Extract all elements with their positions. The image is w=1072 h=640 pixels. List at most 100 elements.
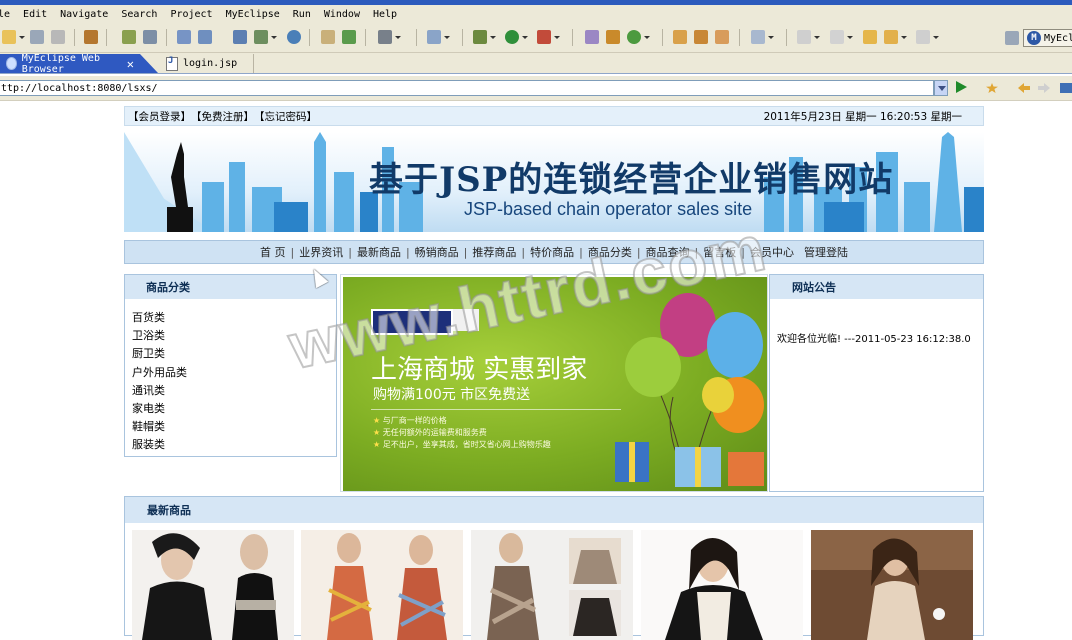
menu-help[interactable]: Help bbox=[373, 9, 397, 20]
notice-panel: 网站公告 欢迎各位光临! ---2011-05-23 16:12:38.0 bbox=[769, 274, 984, 492]
new-icon[interactable] bbox=[2, 30, 25, 44]
category-item[interactable]: 家电类 bbox=[132, 400, 336, 418]
product-image[interactable] bbox=[641, 530, 803, 640]
package-icon[interactable] bbox=[84, 30, 98, 44]
perspective-switcher[interactable]: M MyEcli bbox=[1005, 29, 1072, 47]
product-image[interactable] bbox=[132, 530, 294, 640]
menu-search[interactable]: Search bbox=[121, 9, 157, 20]
product-photo bbox=[301, 530, 463, 640]
go-icon[interactable] bbox=[956, 81, 967, 93]
menu-navigate[interactable]: Navigate bbox=[60, 9, 108, 20]
nav-specials[interactable]: 特价商品 bbox=[525, 244, 579, 260]
debug-icon[interactable] bbox=[122, 30, 136, 44]
category-list: 百货类 卫浴类 厨卫类 户外用品类 通讯类 家电类 鞋帽类 服装类 bbox=[125, 299, 336, 455]
nav-guestbook[interactable]: 留言板 bbox=[698, 244, 741, 260]
nav-admin-login[interactable]: 管理登陆 bbox=[799, 244, 853, 260]
editor-tabbar: MyEclipse Web Browser ✕ login.jsp bbox=[0, 53, 1072, 74]
category-item[interactable]: 卫浴类 bbox=[132, 327, 336, 345]
run-server-icon[interactable] bbox=[254, 30, 277, 44]
promo-ad[interactable]: 上海商城 实惠到家 购物满100元 市区免费送 与厂商一样的价格 无任何额外的运… bbox=[340, 274, 768, 492]
palette-icon[interactable] bbox=[715, 30, 729, 44]
open-type-icon[interactable] bbox=[321, 30, 335, 44]
nav-recommended[interactable]: 推荐商品 bbox=[467, 244, 521, 260]
url-input[interactable] bbox=[0, 80, 934, 96]
prev-annotation-icon[interactable] bbox=[830, 30, 853, 44]
free-register-link[interactable]: 【免费注册】 bbox=[191, 109, 254, 124]
new-project-icon[interactable] bbox=[427, 30, 450, 44]
product-image[interactable] bbox=[811, 530, 973, 640]
mail-icon[interactable] bbox=[673, 30, 687, 44]
banner-subtitle: JSP-based chain operator sales site bbox=[464, 199, 753, 219]
deploy-icon[interactable] bbox=[177, 30, 191, 44]
menu-file[interactable]: le bbox=[0, 9, 10, 20]
browser-back-icon[interactable] bbox=[1018, 83, 1030, 93]
refresh-icon[interactable] bbox=[627, 30, 650, 44]
newest-products-title: 最新商品 bbox=[125, 497, 983, 523]
open-resource-icon[interactable] bbox=[342, 30, 356, 44]
category-item[interactable]: 百货类 bbox=[132, 309, 336, 327]
globe-icon[interactable] bbox=[287, 30, 301, 44]
menu-bar: le Edit Navigate Search Project MyEclips… bbox=[0, 5, 1072, 24]
product-image[interactable] bbox=[301, 530, 463, 640]
menu-window[interactable]: Window bbox=[324, 9, 360, 20]
nav-search[interactable]: 商品查询 bbox=[641, 244, 695, 260]
menu-run[interactable]: Run bbox=[293, 9, 311, 20]
url-history-dropdown[interactable] bbox=[934, 80, 948, 96]
redeploy-icon[interactable] bbox=[198, 30, 212, 44]
browser-forward-icon[interactable] bbox=[1038, 83, 1050, 93]
nav-home[interactable]: 首 页 bbox=[255, 244, 291, 260]
datetime-display: 2011年5月23日 星期一 16:20:53 星期一 bbox=[763, 110, 962, 123]
nav-member-center[interactable]: 会员中心 bbox=[745, 244, 799, 260]
globe-icon bbox=[6, 57, 17, 70]
product-image[interactable] bbox=[471, 530, 633, 640]
bookmark-star-icon[interactable] bbox=[986, 83, 998, 93]
tab-web-browser-label: MyEclipse Web Browser bbox=[21, 52, 100, 75]
nav-bestsellers[interactable]: 畅销商品 bbox=[410, 244, 464, 260]
menu-project[interactable]: Project bbox=[170, 9, 212, 20]
camera-icon[interactable] bbox=[378, 30, 401, 44]
rocket-icon[interactable] bbox=[694, 30, 708, 44]
notice-panel-title: 网站公告 bbox=[770, 275, 983, 299]
external-tools-icon[interactable] bbox=[537, 30, 560, 44]
tab-login-jsp[interactable]: login.jsp bbox=[160, 54, 254, 73]
category-item[interactable]: 服装类 bbox=[132, 436, 336, 454]
server-icon[interactable] bbox=[143, 30, 157, 44]
category-item[interactable]: 厨卫类 bbox=[132, 345, 336, 363]
category-item[interactable]: 户外用品类 bbox=[132, 364, 336, 382]
nav-industry-news[interactable]: 业界资讯 bbox=[294, 244, 348, 260]
last-edit-icon[interactable] bbox=[863, 30, 877, 44]
hierarchy-icon[interactable] bbox=[585, 30, 599, 44]
back-icon[interactable] bbox=[884, 30, 907, 44]
web-icon[interactable] bbox=[233, 30, 247, 44]
run-icon[interactable] bbox=[505, 30, 528, 44]
menu-edit[interactable]: Edit bbox=[23, 9, 47, 20]
product-photo bbox=[132, 530, 294, 640]
tab-web-browser[interactable]: MyEclipse Web Browser ✕ bbox=[0, 54, 158, 73]
notice-text: 欢迎各位光临! ---2011-05-23 16:12:38.0 bbox=[777, 334, 971, 345]
site-banner: 基于JSP的连锁经营企业销售网站 JSP-based chain operato… bbox=[124, 132, 984, 232]
debug-run-icon[interactable] bbox=[473, 30, 496, 44]
nav-newest[interactable]: 最新商品 bbox=[352, 244, 406, 260]
print-icon[interactable] bbox=[51, 30, 65, 44]
next-annotation-icon[interactable] bbox=[797, 30, 820, 44]
forgot-password-link[interactable]: 【忘记密码】 bbox=[254, 109, 317, 124]
banner-title: 基于JSP的连锁经营企业销售网站 bbox=[369, 160, 894, 200]
main-toolbar bbox=[0, 24, 1072, 53]
jsp-file-icon bbox=[166, 56, 178, 71]
browser-address-row bbox=[0, 76, 1072, 101]
browser-stop-icon[interactable] bbox=[1060, 83, 1072, 93]
newest-products-panel: 最新商品 bbox=[124, 496, 984, 640]
save-icon[interactable] bbox=[30, 30, 44, 44]
close-icon[interactable]: ✕ bbox=[127, 57, 134, 71]
forward-icon[interactable] bbox=[916, 30, 939, 44]
open-perspective-icon[interactable] bbox=[1005, 31, 1019, 45]
nav-categories[interactable]: 商品分类 bbox=[583, 244, 637, 260]
category-panel-title: 商品分类 bbox=[125, 275, 336, 299]
member-login-link[interactable]: 【会员登录】 bbox=[128, 109, 191, 124]
perspective-label: MyEcli bbox=[1044, 32, 1072, 44]
category-item[interactable]: 通讯类 bbox=[132, 382, 336, 400]
tools-icon[interactable] bbox=[606, 30, 620, 44]
search-icon[interactable] bbox=[751, 30, 774, 44]
category-item[interactable]: 鞋帽类 bbox=[132, 418, 336, 436]
menu-myeclipse[interactable]: MyEclipse bbox=[226, 9, 280, 20]
